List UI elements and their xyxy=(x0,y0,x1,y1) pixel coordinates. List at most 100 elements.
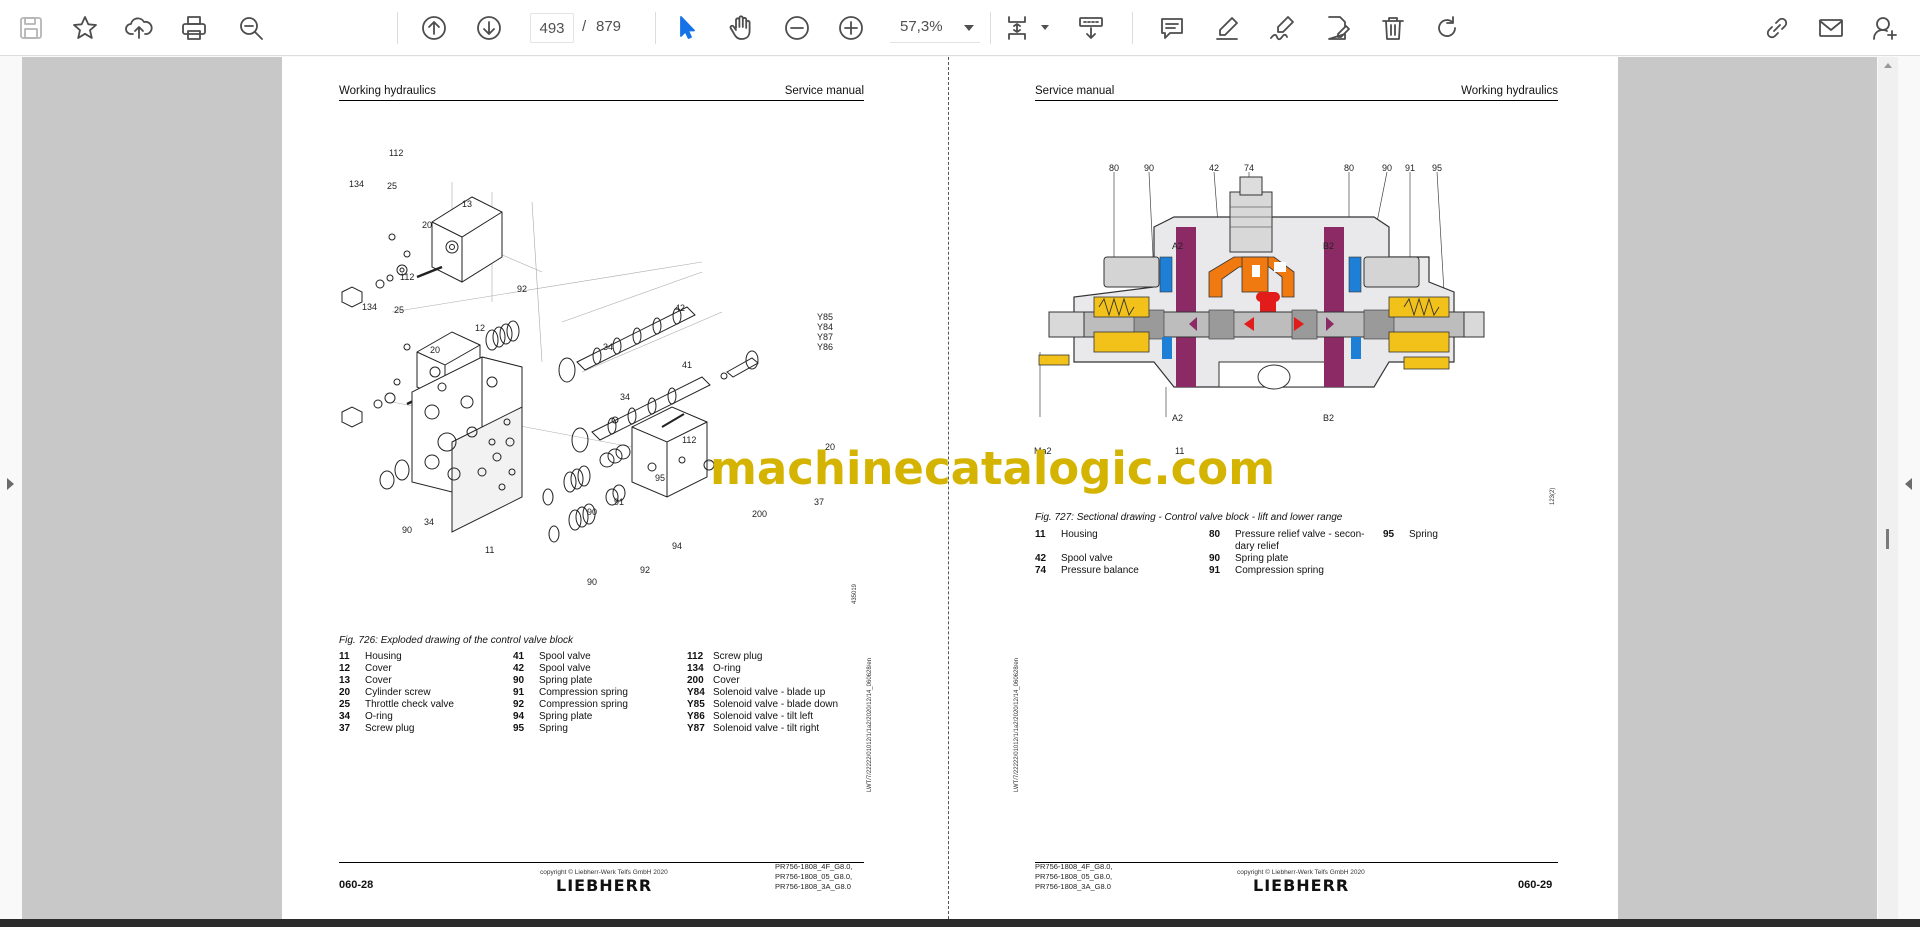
share-link-icon[interactable] xyxy=(1758,9,1796,47)
figure-caption: Fig. 727: Sectional drawing - Control va… xyxy=(1035,512,1343,523)
callout-label: 34 xyxy=(620,392,631,402)
toolbar-separator xyxy=(1132,12,1133,44)
save-icon[interactable] xyxy=(12,9,50,47)
zoom-dropdown[interactable]: 57,3% xyxy=(890,13,980,43)
callout-label: 34 xyxy=(424,517,435,527)
document-viewer[interactable]: Working hydraulics Service manual 112 13… xyxy=(0,57,1920,927)
page-separator: / xyxy=(582,18,587,35)
callout-label: 13 xyxy=(462,199,473,209)
zoom-out-icon[interactable] xyxy=(778,9,816,47)
highlight-pen-icon[interactable] xyxy=(1208,9,1246,47)
callout-label: 92 xyxy=(640,565,651,575)
copyright-text: copyright © Liebherr-Werk Telfs GmbH 202… xyxy=(1237,869,1365,876)
callout-label: 200 xyxy=(752,509,768,519)
model-codes: PR756-1808_4F_G8.0, PR756-1808_05_G8.0, … xyxy=(775,862,853,891)
right-panel-toggle-icon[interactable] xyxy=(1905,478,1912,490)
callout-label: 80 xyxy=(1344,163,1355,173)
callout-label: 90 xyxy=(1382,163,1393,173)
bookmark-star-icon[interactable] xyxy=(66,9,104,47)
header-right-text: Service manual xyxy=(784,85,864,97)
figure-caption: Fig. 726: Exploded drawing of the contro… xyxy=(339,635,574,646)
header-left-text: Service manual xyxy=(1035,85,1115,97)
left-panel-toggle-icon[interactable] xyxy=(7,478,14,490)
toolbar-separator xyxy=(397,12,398,44)
chevron-down-icon[interactable] xyxy=(1041,25,1049,30)
callout-label: 90 xyxy=(402,525,413,535)
page-up-icon[interactable] xyxy=(415,9,453,47)
page-header: Service manual Working hydraulics xyxy=(1035,85,1558,101)
page-fit-icon[interactable] xyxy=(1000,9,1038,47)
draw-signature-icon[interactable] xyxy=(1263,9,1301,47)
callout-label: 42 xyxy=(1209,163,1220,173)
zoom-search-icon[interactable] xyxy=(232,9,270,47)
callout-label: 90 xyxy=(1144,163,1155,173)
callout-label: 91 xyxy=(1405,163,1416,173)
model-codes: PR756-1808_4F_G8.0, PR756-1808_05_G8.0, … xyxy=(1035,862,1113,891)
page-header: Working hydraulics Service manual xyxy=(339,85,864,101)
callout-label: 90 xyxy=(587,507,598,517)
page-total: 879 xyxy=(596,18,622,35)
watermark-text: machinecatalogic.com xyxy=(710,442,1276,495)
callout-label: 94 xyxy=(672,541,683,551)
add-user-icon[interactable] xyxy=(1866,9,1904,47)
email-icon[interactable] xyxy=(1812,9,1850,47)
port-label: A2 xyxy=(1172,241,1184,251)
rotate-icon[interactable] xyxy=(1428,9,1466,47)
page-number: 060-28 xyxy=(339,879,374,891)
figure-id: 435019 xyxy=(852,583,858,604)
bottom-bar xyxy=(0,919,1920,927)
callout-label: 34 xyxy=(603,342,614,352)
callout-label: 92 xyxy=(517,284,528,294)
callout-label: 74 xyxy=(1244,163,1255,173)
chevron-down-icon xyxy=(964,25,974,31)
document-code: LWT/7/22222/01012/1/1a2/2020/12/14_06062… xyxy=(867,657,873,792)
page-number-input[interactable] xyxy=(530,13,574,43)
callout-label: 112 xyxy=(682,435,697,445)
port-label: B2 xyxy=(1323,241,1335,251)
callout-label: 134 xyxy=(349,179,365,189)
delete-icon[interactable] xyxy=(1374,9,1412,47)
scroll-up-icon[interactable] xyxy=(1884,63,1892,68)
print-icon[interactable] xyxy=(175,9,213,47)
edit-pdf-icon[interactable] xyxy=(1318,9,1356,47)
zoom-value: 57,3% xyxy=(900,18,943,35)
header-right-text: Working hydraulics xyxy=(1461,85,1558,97)
callout-label: 41 xyxy=(682,360,693,370)
callout-label: 20 xyxy=(430,345,441,355)
callout-label: 112 xyxy=(400,272,415,282)
scrollbar-thumb[interactable] xyxy=(1886,529,1889,549)
footer-rule xyxy=(1035,862,1558,863)
callout-label: Y84 xyxy=(817,322,834,332)
callout-label: 20 xyxy=(422,220,433,230)
callout-label: 12 xyxy=(475,323,486,333)
comment-icon[interactable] xyxy=(1153,9,1191,47)
callout-label: Y86 xyxy=(817,342,834,352)
document-code: LWT/7/22222/01012/1/1a2/2020/12/14_06062… xyxy=(1014,657,1020,792)
upload-cloud-icon[interactable] xyxy=(120,9,158,47)
callout-label: 90 xyxy=(587,577,598,587)
figure-id: 123(2) xyxy=(1550,487,1556,505)
pdf-viewer-app: / 879 57,3% xyxy=(0,0,1920,927)
exploded-drawing-control-valve xyxy=(341,182,759,543)
zoom-in-icon[interactable] xyxy=(832,9,870,47)
callout-label: 134 xyxy=(362,302,378,312)
callout-label: Y85 xyxy=(817,312,834,322)
copyright-text: copyright © Liebherr-Werk Telfs GmbH 202… xyxy=(540,869,668,876)
port-label: A2 xyxy=(1172,413,1184,423)
header-left-text: Working hydraulics xyxy=(339,85,436,97)
select-cursor-icon[interactable] xyxy=(668,9,706,47)
hand-tool-icon[interactable] xyxy=(722,9,760,47)
vertical-scrollbar[interactable] xyxy=(1878,57,1898,919)
callout-label: 80 xyxy=(1109,163,1120,173)
toolbar-separator xyxy=(990,12,991,44)
callout-label: 25 xyxy=(394,305,405,315)
callout-label: Y87 xyxy=(817,332,834,342)
callout-label: 112 xyxy=(389,148,404,158)
callout-label: 11 xyxy=(485,545,495,555)
toolbar-separator xyxy=(655,12,656,44)
brand-logo: LIEBHERR xyxy=(1253,876,1350,895)
sectional-drawing-control-valve xyxy=(1038,171,1485,417)
page-down-icon[interactable] xyxy=(470,9,508,47)
scroll-mode-icon[interactable] xyxy=(1072,9,1110,47)
callout-label: 95 xyxy=(1432,163,1443,173)
